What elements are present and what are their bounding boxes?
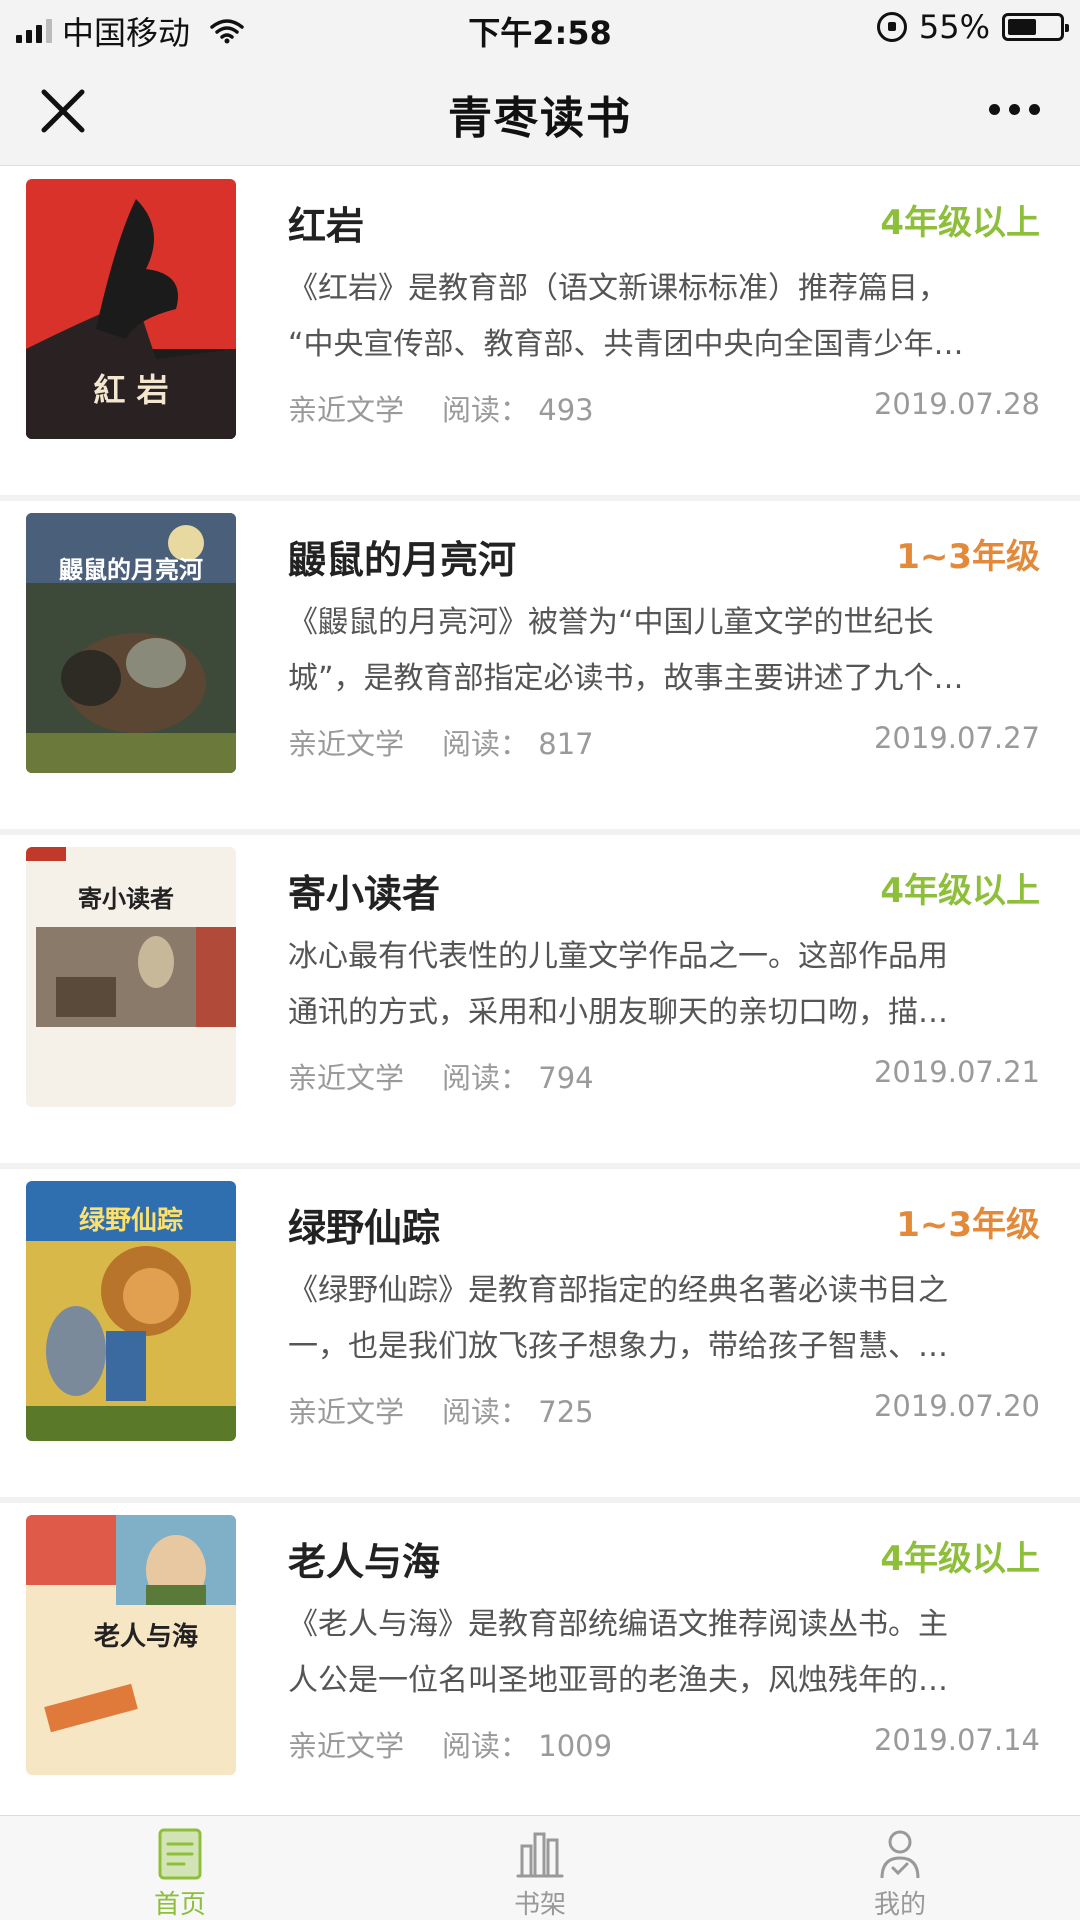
tab-home[interactable]: 首页	[0, 1816, 360, 1920]
book-list[interactable]: 紅 岩 红岩 4年级以上 《红岩》是教育部（语文新课标标准）推荐篇目， “中央宣…	[0, 167, 1080, 1815]
book-description: 《红岩》是教育部（语文新课标标准）推荐篇目， “中央宣传部、教育部、共青团中央向…	[288, 261, 1048, 373]
description-line: 《老人与海》是教育部统编语文推荐阅读丛书。主	[288, 1607, 948, 1642]
description-line: 城”，是教育部指定必读书，故事主要讲述了九个…	[288, 661, 964, 696]
book-title[interactable]: 寄小读者	[288, 863, 440, 918]
cover-title-text: 老人与海	[94, 1622, 198, 1652]
book-title[interactable]: 红岩	[288, 195, 364, 250]
description-line: 《绿野仙踪》是教育部指定的经典名著必读书目之	[288, 1273, 948, 1308]
grade-badge: 4年级以上	[880, 871, 1040, 911]
publish-date: 2019.07.27	[873, 721, 1040, 755]
book-description: 《鼹鼠的月亮河》被誉为“中国儿童文学的世纪长 城”，是教育部指定必读书，故事主要…	[288, 595, 1048, 707]
description-line: 《红岩》是教育部（语文新课标标准）推荐篇目，	[288, 271, 948, 306]
book-cover[interactable]: 老人与海	[26, 1515, 236, 1775]
battery-percent: 55%	[918, 8, 990, 46]
description-line: “中央宣传部、教育部、共青团中央向全国青少年…	[288, 327, 964, 362]
tab-label: 书架	[513, 1890, 566, 1920]
more-icon[interactable]	[989, 104, 1040, 115]
read-count: 阅读： 493	[442, 393, 594, 427]
category-label: 亲近文学	[288, 727, 405, 761]
cover-title-text: 绿野仙踪	[79, 1205, 183, 1236]
nav-bar: 青枣读书	[0, 54, 1080, 166]
category-label: 亲近文学	[288, 393, 405, 427]
publish-date: 2019.07.14	[873, 1723, 1040, 1757]
book-item[interactable]: 绿野仙踪 绿野仙踪 1~3年级 《绿野仙踪》是教育部指定的经典名著必读书目之 一…	[0, 1169, 1080, 1497]
tab-label: 首页	[153, 1890, 206, 1920]
status-bar: 中国移动 下午2:58 55%	[0, 0, 1080, 54]
battery-icon	[1002, 13, 1069, 41]
category-label: 亲近文学	[288, 1061, 405, 1095]
book-item[interactable]: 鼹鼠的月亮河 鼹鼠的月亮河 1~3年级 《鼹鼠的月亮河》被誉为“中国儿童文学的世…	[0, 501, 1080, 829]
bookshelf-icon	[516, 1832, 564, 1878]
description-line: 人公是一位名叫圣地亚哥的老渔夫，风烛残年的…	[288, 1663, 948, 1698]
book-description: 《老人与海》是教育部统编语文推荐阅读丛书。主 人公是一位名叫圣地亚哥的老渔夫，风…	[288, 1597, 1048, 1709]
book-meta: 亲近文学 阅读： 817	[288, 721, 594, 763]
tab-bar: 首页 书架 我的	[0, 1815, 1080, 1920]
battery-fill	[1008, 19, 1036, 35]
category-label: 亲近文学	[288, 1395, 405, 1429]
home-doc-icon	[158, 1828, 202, 1880]
book-cover[interactable]: 绿野仙踪	[26, 1181, 236, 1441]
description-line: 《鼹鼠的月亮河》被誉为“中国儿童文学的世纪长	[288, 605, 934, 640]
tab-profile[interactable]: 我的	[720, 1816, 1080, 1920]
book-title[interactable]: 绿野仙踪	[288, 1197, 440, 1252]
publish-date: 2019.07.28	[873, 387, 1040, 421]
book-meta: 亲近文学 阅读： 493	[288, 387, 594, 429]
grade-badge: 1~3年级	[896, 537, 1040, 577]
book-meta: 亲近文学 阅读： 794	[288, 1055, 594, 1097]
read-count: 阅读： 794	[442, 1061, 594, 1095]
grade-badge: 4年级以上	[880, 203, 1040, 243]
book-cover[interactable]: 鼹鼠的月亮河	[26, 513, 236, 773]
read-count: 阅读： 725	[442, 1395, 594, 1429]
grade-badge: 1~3年级	[896, 1205, 1040, 1245]
book-item[interactable]: 寄小读者 寄小读者 4年级以上 冰心最有代表性的儿童文学作品之一。这部作品用 通…	[0, 835, 1080, 1163]
publish-date: 2019.07.21	[873, 1055, 1040, 1089]
page-title: 青枣读书	[448, 93, 632, 144]
grade-badge: 4年级以上	[880, 1539, 1040, 1579]
profile-icon	[880, 1830, 920, 1879]
book-cover[interactable]: 紅 岩	[26, 179, 236, 439]
book-item[interactable]: 老人与海 老人与海 4年级以上 《老人与海》是教育部统编语文推荐阅读丛书。主 人…	[0, 1503, 1080, 1815]
cover-title-text: 紅 岩	[93, 371, 168, 409]
cover-title-text: 寄小读者	[78, 885, 174, 913]
book-title[interactable]: 鼹鼠的月亮河	[288, 529, 516, 584]
book-description: 冰心最有代表性的儿童文学作品之一。这部作品用 通讯的方式，采用和小朋友聊天的亲切…	[288, 929, 1048, 1041]
tab-label: 我的	[873, 1890, 926, 1920]
book-description: 《绿野仙踪》是教育部指定的经典名著必读书目之 一，也是我们放飞孩子想象力，带给孩…	[288, 1263, 1048, 1375]
book-title[interactable]: 老人与海	[288, 1531, 440, 1586]
read-count: 阅读： 817	[442, 727, 594, 761]
read-count: 阅读： 1009	[442, 1729, 613, 1763]
publish-date: 2019.07.20	[873, 1389, 1040, 1423]
book-meta: 亲近文学 阅读： 725	[288, 1389, 594, 1431]
category-label: 亲近文学	[288, 1729, 405, 1763]
tab-bookshelf[interactable]: 书架	[360, 1816, 720, 1920]
book-cover[interactable]: 寄小读者	[26, 847, 236, 1107]
book-item[interactable]: 紅 岩 红岩 4年级以上 《红岩》是教育部（语文新课标标准）推荐篇目， “中央宣…	[0, 167, 1080, 495]
book-meta: 亲近文学 阅读： 1009	[288, 1723, 612, 1765]
description-line: 通讯的方式，采用和小朋友聊天的亲切口吻，描…	[288, 995, 948, 1030]
cover-title-text: 鼹鼠的月亮河	[59, 556, 203, 584]
rotation-lock-icon	[876, 12, 907, 42]
description-line: 一，也是我们放飞孩子想象力，带给孩子智慧、…	[288, 1329, 948, 1364]
description-line: 冰心最有代表性的儿童文学作品之一。这部作品用	[288, 939, 948, 974]
status-right: 55%	[876, 8, 1069, 46]
